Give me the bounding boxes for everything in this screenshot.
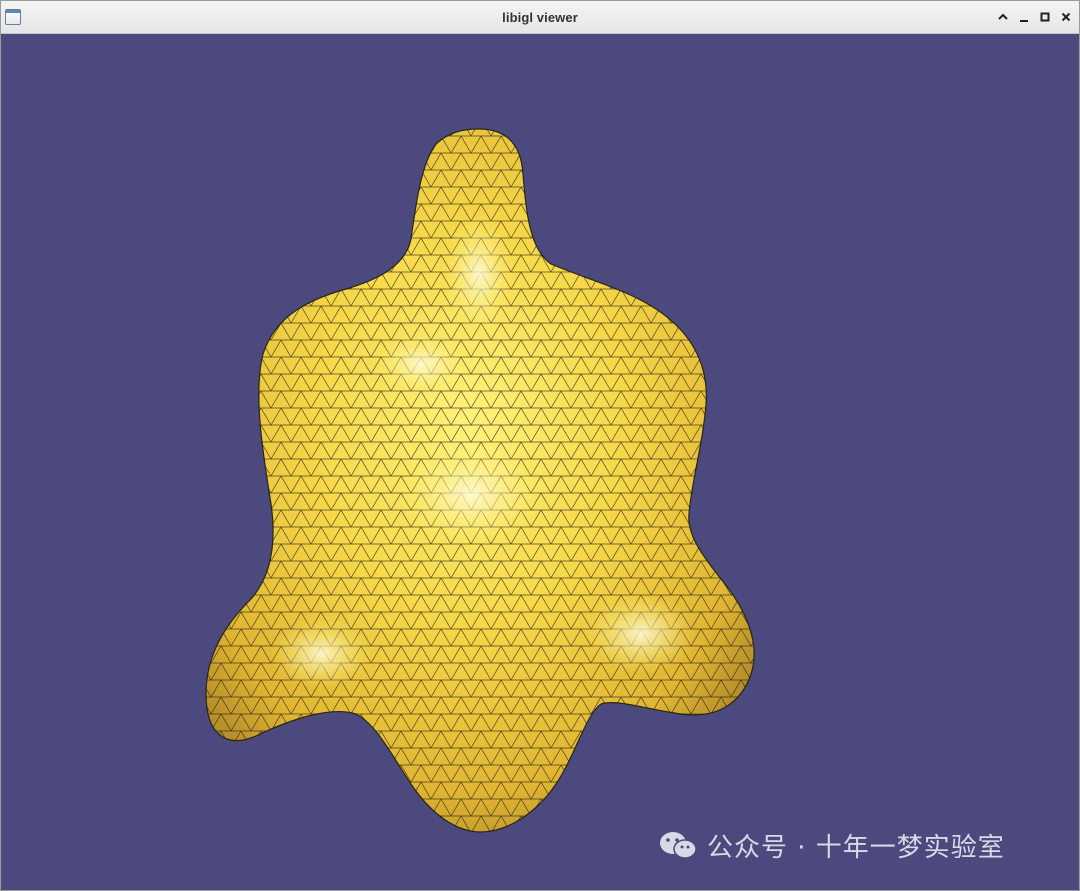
- libigl-viewer-window: libigl viewer 公众号 · 十年一梦实验室: [0, 0, 1080, 891]
- watermark: 公众号 · 十年一梦实验室: [657, 827, 1005, 864]
- maximize-icon[interactable]: [1035, 7, 1054, 27]
- mesh-render[interactable]: [1, 34, 1079, 890]
- mesh-wireframe: [206, 129, 755, 832]
- close-icon[interactable]: [1056, 7, 1075, 27]
- window-title: libigl viewer: [502, 10, 578, 25]
- watermark-text: 公众号 · 十年一梦实验室: [707, 833, 1005, 863]
- window-controls: [993, 7, 1075, 27]
- viewer-canvas[interactable]: 公众号 · 十年一梦实验室: [1, 34, 1079, 890]
- minimize-icon[interactable]: [1014, 7, 1033, 27]
- title-bar[interactable]: libigl viewer: [1, 1, 1079, 34]
- chevron-up-icon[interactable]: [993, 7, 1012, 27]
- wechat-icon: [660, 831, 697, 859]
